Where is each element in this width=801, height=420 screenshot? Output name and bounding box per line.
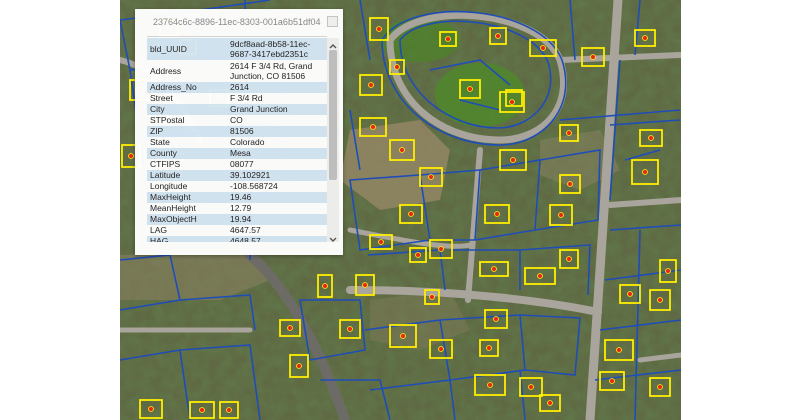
attribute-name: Latitude	[150, 170, 181, 180]
attribute-name: HAG	[150, 236, 169, 242]
attribute-value: CO	[230, 115, 243, 125]
attribute-name: ZIP	[150, 126, 164, 136]
popup-title: 23764c6c-8896-11ec-8303-001a6b51df04	[153, 17, 321, 27]
attribute-name: LAG	[150, 225, 168, 235]
attribute-name: City	[150, 104, 165, 114]
attribute-value: 2614 F 3/4 Rd, Grand Junction, CO 81506	[230, 61, 313, 81]
attribute-table: bld_UUID 9dcf8aad-8b58-11ec-9687-3417ebd2…	[147, 38, 327, 242]
attribute-row: ZIP 81506	[147, 126, 327, 137]
attribute-name: Street	[150, 93, 173, 103]
attribute-row: Address 2614 F 3/4 Rd, Grand Junction, CO…	[147, 60, 327, 82]
attribute-value: 08077	[230, 159, 254, 169]
attribute-value: -108.568724	[230, 181, 278, 191]
attribute-name: State	[150, 137, 170, 147]
attribute-value: 9dcf8aad-8b58-11ec-9687-3417ebd2351c	[230, 39, 311, 59]
attribute-value: 2614	[230, 82, 249, 92]
attribute-value: Mesa	[230, 148, 251, 158]
attribute-row: CTFIPS 08077	[147, 159, 327, 170]
attribute-name: CTFIPS	[150, 159, 181, 169]
scroll-thumb[interactable]	[329, 50, 337, 180]
popup-divider	[147, 36, 327, 37]
popup-scrollbar[interactable]	[327, 38, 339, 242]
scroll-up-icon[interactable]	[327, 38, 339, 49]
attribute-value: Colorado	[230, 137, 265, 147]
attribute-row: LAG 4647.57	[147, 225, 327, 236]
attribute-row: STPostal CO	[147, 115, 327, 126]
attribute-name: County	[150, 148, 177, 158]
attribute-name: MeanHeight	[150, 203, 196, 213]
attribute-row: MaxHeight 19.46	[147, 192, 327, 203]
scroll-down-icon[interactable]	[327, 232, 339, 242]
close-icon[interactable]	[327, 16, 338, 27]
attribute-value: 4648.57	[230, 236, 261, 242]
attribute-row: State Colorado	[147, 137, 327, 148]
attribute-row: Latitude 39.102921	[147, 170, 327, 181]
attribute-row: Longitude -108.568724	[147, 181, 327, 192]
attribute-name: MaxObjectH	[150, 214, 197, 224]
attribute-value: 4647.57	[230, 225, 261, 235]
attribute-row: HAG 4648.57	[147, 236, 327, 242]
feature-popup[interactable]: 23764c6c-8896-11ec-8303-001a6b51df04 bld…	[135, 9, 343, 255]
popup-header: 23764c6c-8896-11ec-8303-001a6b51df04	[135, 9, 343, 36]
attribute-value: 19.46	[230, 192, 252, 202]
attribute-row: City Grand Junction	[147, 104, 327, 115]
attribute-name: bld_UUID	[150, 43, 187, 54]
attribute-row: Address_No 2614	[147, 82, 327, 93]
attribute-value: 12.79	[230, 203, 252, 213]
attribute-name: Address_No	[150, 82, 197, 92]
attribute-name: STPostal	[150, 115, 185, 125]
attribute-value: Grand Junction	[230, 104, 288, 114]
attribute-row: MeanHeight 12.79	[147, 203, 327, 214]
attribute-row: MaxObjectH 19.94	[147, 214, 327, 225]
attribute-name: Longitude	[150, 181, 188, 191]
attribute-value: 39.102921	[230, 170, 271, 180]
attribute-name: MaxHeight	[150, 192, 191, 202]
attribute-value: F 3/4 Rd	[230, 93, 263, 103]
attribute-row: Street F 3/4 Rd	[147, 93, 327, 104]
attribute-value: 81506	[230, 126, 254, 136]
attribute-name: Address	[150, 65, 182, 76]
attribute-value: 19.94	[230, 214, 252, 224]
attribute-row: bld_UUID 9dcf8aad-8b58-11ec-9687-3417ebd2…	[147, 38, 327, 60]
attribute-row: County Mesa	[147, 148, 327, 159]
